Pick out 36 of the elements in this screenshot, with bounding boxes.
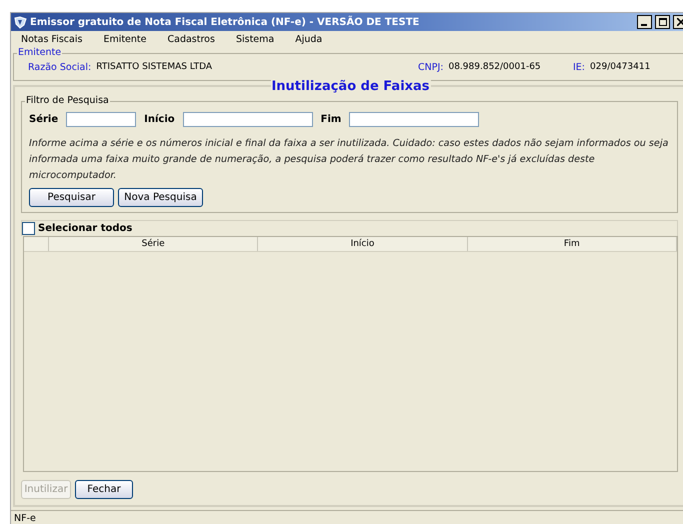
field-label: Início	[144, 114, 175, 125]
column-header: Série	[49, 237, 258, 251]
search-button[interactable]: Nova Pesquisa	[118, 188, 203, 207]
menu-item[interactable]: Cadastros	[168, 34, 215, 45]
menu-item[interactable]: Ajuda	[295, 34, 322, 45]
field-value: 08.989.852/0001-65	[448, 62, 541, 72]
status-text: NF-e	[14, 512, 36, 524]
input-field[interactable]	[182, 112, 313, 127]
field-value: RTISATTO SISTEMAS LTDA	[96, 62, 212, 72]
maximize-button[interactable]	[655, 15, 670, 29]
instructions-text: Informe acima a série e os números inicial e final da faixa a ser inutilizada. Cuidado: caso estes dados não sejam informados ou seja informada uma faixa muito grande de numeração, a pesquisa poderá trazer como resultado NF-e's já excluídas deste microcomputador.	[29, 137, 670, 183]
menu-item[interactable]: Sistema	[236, 34, 274, 45]
close-icon	[676, 18, 683, 26]
column-header: Fim	[468, 237, 677, 251]
field-label: Fim	[320, 114, 342, 125]
checkbox-label: Selecionar todos	[38, 223, 132, 234]
panel-title: Inutilização de Faixas	[270, 79, 431, 94]
menu-item[interactable]: Emitente	[103, 34, 146, 45]
window-title: Emissor gratuito de Nota Fiscal Eletrônica (NF-e) - VERSÃO DE TESTE	[30, 16, 420, 28]
group-legend: Filtro de Pesquisa	[25, 95, 110, 106]
group-legend: Emitente	[17, 47, 62, 58]
field-label: IE:	[573, 62, 586, 72]
menu-item[interactable]: Notas Fiscais	[21, 34, 82, 45]
search-button[interactable]: Pesquisar	[29, 188, 114, 207]
logo-icon	[14, 16, 27, 28]
maximize-icon	[658, 18, 666, 26]
field-label: Série	[29, 114, 58, 125]
select-all-checkbox[interactable]	[22, 222, 35, 235]
input-field[interactable]	[66, 112, 136, 127]
field-value: 029/0473411	[590, 62, 650, 72]
action-button[interactable]: Fechar	[75, 480, 133, 499]
column-header: Início	[258, 237, 468, 251]
input-field[interactable]	[349, 112, 480, 127]
minimize-button[interactable]	[637, 15, 652, 29]
field-label: Razão Social:	[28, 62, 92, 72]
field-label: CNPJ:	[418, 62, 444, 72]
